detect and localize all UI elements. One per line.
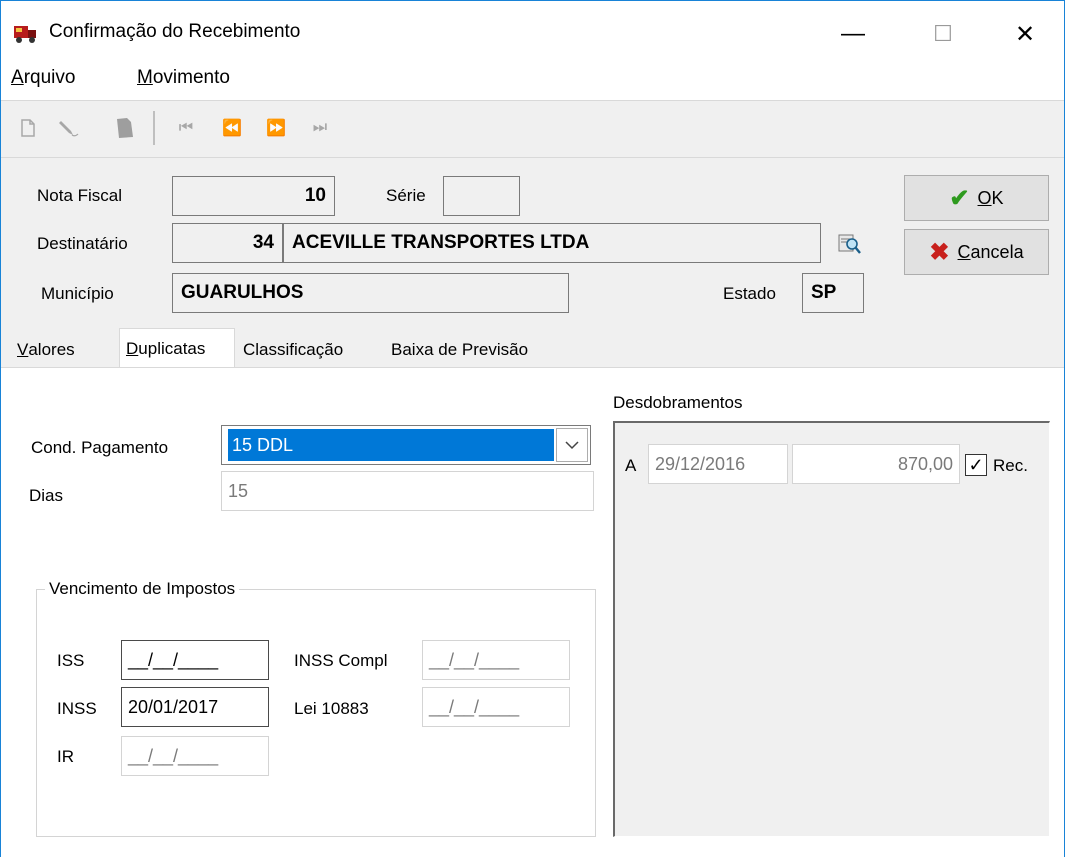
lei-10883-label: Lei 10883 [294, 699, 369, 718]
chevron-down-icon [565, 441, 579, 450]
municipio-label: Município [41, 284, 114, 303]
tab-classificacao-label: Classificação [243, 340, 344, 359]
menu-arquivo[interactable]: Arquivo [11, 67, 75, 89]
cancel-x-icon: ✖ [929, 238, 950, 266]
ok-mnemonic: O [977, 187, 992, 208]
cond-pagamento-select[interactable]: 15 DDL [221, 425, 591, 465]
first-record-icon[interactable]: ⏮ [175, 117, 197, 139]
menu-arquivo-mnemonic: A [11, 67, 24, 88]
lei-10883-date-field[interactable]: __/__/____ [422, 687, 570, 727]
parcela-valor-field[interactable]: 870,00 [792, 444, 960, 484]
rec-checkbox[interactable]: ✓ [965, 454, 987, 476]
window-title: Confirmação do Recebimento [49, 21, 301, 42]
main-window: Confirmação do Recebimento — ☐ ✕ Arquivo… [0, 0, 1065, 858]
serie-label: Série [386, 186, 426, 205]
app-truck-icon [14, 26, 36, 43]
desdobramentos-label: Desdobramentos [613, 393, 743, 412]
check-icon: ✔ [949, 184, 970, 212]
nota-fiscal-field[interactable]: 10 [172, 176, 335, 216]
cancela-button[interactable]: ✖ Cancela [904, 229, 1049, 275]
close-button[interactable]: ✕ [995, 11, 1055, 57]
tab-duplicatas-label: uplicatas [138, 338, 206, 358]
rec-label: Rec. [993, 456, 1028, 475]
ok-rest: K [991, 187, 1004, 208]
serie-field[interactable] [443, 176, 520, 216]
prev-record-icon[interactable]: ⏪ [221, 117, 243, 139]
cancela-mnemonic: C [957, 241, 971, 262]
tab-duplicatas-mnemonic: D [126, 338, 139, 358]
cancela-button-label: Cancela [958, 242, 1024, 263]
dropdown-button[interactable] [556, 428, 588, 462]
cond-pagamento-selected: 15 DDL [228, 429, 554, 461]
tab-classificacao[interactable]: Classificação [237, 335, 379, 365]
iss-date-field[interactable]: __/__/____ [121, 640, 269, 680]
ok-button-label: OK [978, 188, 1004, 209]
inss-compl-label: INSS Compl [294, 651, 388, 670]
delete-icon[interactable] [113, 117, 139, 139]
tab-valores-label: alores [28, 340, 75, 359]
estado-label: Estado [723, 284, 776, 303]
inss-date-field[interactable]: 20/01/2017 [121, 687, 269, 727]
cancela-rest: ancela [970, 241, 1024, 262]
nota-fiscal-label: Nota Fiscal [37, 186, 123, 205]
parcela-label: A [625, 456, 637, 475]
parcela-date-field[interactable]: 29/12/2016 [648, 444, 788, 484]
tab-valores[interactable]: Valores [11, 335, 113, 365]
destinatario-name-field[interactable]: ACEVILLE TRANSPORTES LTDA [283, 223, 821, 263]
toolbar-separator [153, 111, 155, 145]
ir-date-field[interactable]: __/__/____ [121, 736, 269, 776]
last-record-icon[interactable]: ⏭ [309, 117, 331, 139]
dias-label: Dias [29, 486, 64, 505]
menu-movimento[interactable]: Movimento [137, 67, 230, 89]
tab-baixa-previsao-label: Baixa de Previsão [391, 340, 529, 359]
destinatario-code-field[interactable]: 34 [172, 223, 283, 263]
inss-compl-date-field[interactable]: __/__/____ [422, 640, 570, 680]
vencimento-title: Vencimento de Impostos [45, 579, 240, 599]
cond-pagamento-label: Cond. Pagamento [31, 438, 169, 457]
ir-label: IR [57, 747, 74, 766]
ok-button[interactable]: ✔ OK [904, 175, 1049, 221]
inss-label: INSS [57, 699, 97, 718]
title-bar: Confirmação do Recebimento — ☐ ✕ [1, 1, 1064, 61]
tab-duplicatas[interactable]: Duplicatas [119, 328, 235, 368]
estado-field[interactable]: SP [802, 273, 864, 313]
destinatario-label: Destinatário [37, 234, 128, 253]
new-document-icon[interactable] [17, 117, 39, 139]
menu-arquivo-label: rquivo [23, 67, 76, 88]
dias-field[interactable]: 15 [221, 471, 594, 511]
toolbar: ⏮ ⏪ ⏩ ⏭ [1, 100, 1064, 158]
tab-valores-mnemonic: V [17, 340, 29, 359]
menu-movimento-label: ovimento [152, 67, 230, 88]
menu-movimento-mnemonic: M [137, 67, 153, 88]
maximize-button[interactable]: ☐ [913, 11, 973, 57]
search-lookup-icon[interactable] [837, 231, 863, 257]
next-record-icon[interactable]: ⏩ [265, 117, 287, 139]
minimize-button[interactable]: — [823, 11, 883, 57]
iss-label: ISS [57, 651, 85, 670]
edit-pencil-icon[interactable] [57, 117, 79, 139]
municipio-field[interactable]: GUARULHOS [172, 273, 569, 313]
tab-baixa-previsao[interactable]: Baixa de Previsão [385, 335, 571, 365]
